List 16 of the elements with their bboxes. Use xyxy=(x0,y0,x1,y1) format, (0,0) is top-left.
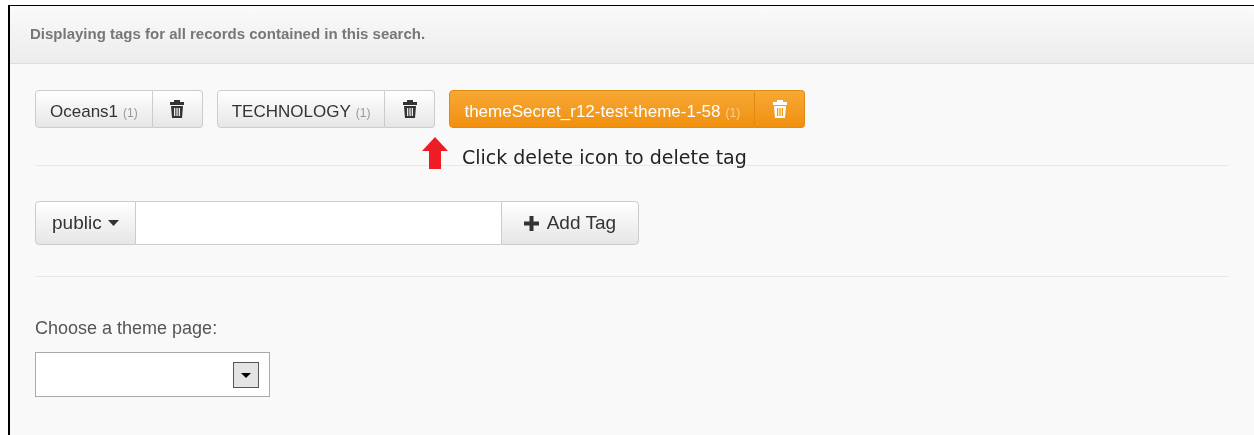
tag-button[interactable]: Oceans1 (1) xyxy=(35,90,153,128)
trash-icon xyxy=(170,100,185,118)
caret-icon xyxy=(107,220,119,226)
plus-icon xyxy=(523,215,539,231)
up-arrow-icon xyxy=(422,137,448,169)
trash-icon xyxy=(402,100,417,118)
visibility-dropdown[interactable]: public xyxy=(35,201,136,245)
annotation-text: Click delete icon to delete tag xyxy=(462,148,747,169)
tag-button[interactable]: TECHNOLOGY (1) xyxy=(216,90,386,128)
theme-page-select[interactable] xyxy=(35,352,270,397)
add-tag-button[interactable]: Add Tag xyxy=(500,201,640,245)
theme-page-label: Choose a theme page: xyxy=(35,317,219,340)
tag-input-field[interactable] xyxy=(135,201,501,245)
delete-tag-button[interactable] xyxy=(385,90,436,128)
delete-tag-button[interactable] xyxy=(152,90,203,128)
trash-icon xyxy=(772,100,787,118)
